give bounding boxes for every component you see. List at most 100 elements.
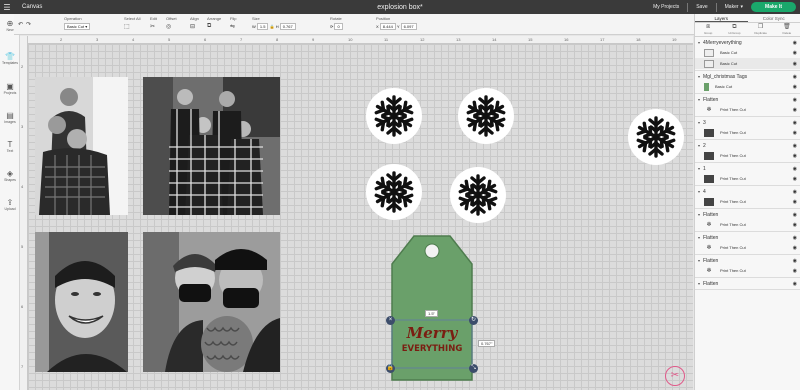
layer-row[interactable]: Print Then Cut ◉	[695, 173, 800, 184]
ungroup-button[interactable]: ⧉ UnGroup	[721, 23, 747, 36]
eye-icon[interactable]: ◉	[793, 120, 797, 126]
layer-row[interactable]: ❄ Print Then Cut ◉	[695, 242, 800, 253]
group-button[interactable]: ⧈ Group	[695, 23, 721, 36]
eye-icon[interactable]: ◉	[793, 258, 797, 264]
snowflake-circle-1[interactable]	[366, 88, 422, 144]
layer-row[interactable]: ❄ Print Then Cut ◉	[695, 219, 800, 230]
eye-icon[interactable]: ◉	[793, 40, 797, 46]
layer-group[interactable]: ▾ Mgl_christmas Tags ◉ Basic Cut ◉	[695, 71, 800, 94]
family-photo-4[interactable]	[143, 232, 280, 372]
edit-control[interactable]: Edit ✂	[150, 16, 157, 30]
snowflake-circle-2[interactable]	[458, 88, 514, 144]
width-input[interactable]: 1.5	[256, 23, 269, 30]
layer-group[interactable]: ▾ 3 ◉ Print Then Cut ◉	[695, 117, 800, 140]
layer-row[interactable]: Print Then Cut ◉	[695, 150, 800, 161]
undo-icon[interactable]: ↶	[18, 21, 23, 28]
operation-select[interactable]: Basic Cut ▾	[64, 23, 91, 30]
christmas-tag[interactable]: 1.5" 0.767" Merry EVERYTHING × ↻ 🔒 ⤡	[386, 234, 496, 384]
layer-group[interactable]: ▾ Flatten ◉ ❄ Print Then Cut ◉	[695, 209, 800, 232]
eye-icon[interactable]: ◉	[793, 84, 797, 90]
layer-group-header[interactable]: ▾ 4 ◉	[695, 187, 800, 196]
resize-handle-icon[interactable]: ⤡	[469, 364, 478, 373]
tab-layers[interactable]: Layers	[695, 14, 748, 22]
eye-icon[interactable]: ◉	[793, 50, 797, 56]
tab-color-sync[interactable]: Color Sync	[748, 14, 800, 22]
y-input[interactable]: 6.097	[400, 23, 417, 30]
sidebar-item-images[interactable]: ▤ Images	[0, 111, 20, 124]
layer-group-header[interactable]: ▾ Flatten ◉	[695, 256, 800, 265]
layer-group-header[interactable]: ▾ Flatten ◉	[695, 279, 800, 288]
save-button[interactable]: Save	[696, 4, 707, 10]
flip-control[interactable]: Flip ⇋	[230, 16, 236, 30]
layer-group[interactable]: ▾ 2 ◉ Print Then Cut ◉	[695, 140, 800, 163]
eye-icon[interactable]: ◉	[793, 74, 797, 80]
hamburger-menu-icon[interactable]: ☰	[0, 3, 14, 12]
sidebar-item-projects[interactable]: ▣ Projects	[0, 82, 20, 95]
layer-row[interactable]: Basic Cut ◉	[695, 81, 800, 92]
layer-group[interactable]: ▾ Flatten ◉	[695, 278, 800, 290]
layer-row[interactable]: Basic Cut ◉	[695, 58, 800, 69]
make-it-button[interactable]: Make It	[751, 2, 796, 12]
caret-down-icon[interactable]: ▾	[698, 212, 700, 217]
layer-group[interactable]: ▾ 1 ◉ Print Then Cut ◉	[695, 163, 800, 186]
layer-group-header[interactable]: ▾ Mgl_christmas Tags ◉	[695, 72, 800, 81]
eye-icon[interactable]: ◉	[793, 189, 797, 195]
select-all-control[interactable]: Select All ⬚	[124, 16, 140, 30]
sidebar-item-upload[interactable]: ⇪ Upload	[0, 198, 20, 211]
height-input[interactable]: 0.767	[279, 23, 296, 30]
layer-group[interactable]: ▾ 4 ◉ Print Then Cut ◉	[695, 186, 800, 209]
caret-down-icon[interactable]: ▾	[698, 235, 700, 240]
layer-group-header[interactable]: ▾ 3 ◉	[695, 118, 800, 127]
snowflake-circle-5[interactable]	[628, 109, 684, 165]
eye-icon[interactable]: ◉	[793, 245, 797, 251]
eye-icon[interactable]: ◉	[793, 268, 797, 274]
eye-icon[interactable]: ◉	[793, 166, 797, 172]
layer-group-header[interactable]: ▾ Flatten ◉	[695, 210, 800, 219]
caret-down-icon[interactable]: ▾	[698, 258, 700, 263]
x-input[interactable]: 8.444	[379, 23, 396, 30]
rotate-input[interactable]: 0	[334, 23, 343, 30]
caret-down-icon[interactable]: ▾	[698, 143, 700, 148]
eye-icon[interactable]: ◉	[793, 199, 797, 205]
layer-row[interactable]: Print Then Cut ◉	[695, 196, 800, 207]
caret-down-icon[interactable]: ▾	[698, 189, 700, 194]
eye-icon[interactable]: ◉	[793, 130, 797, 136]
family-photo-3[interactable]	[35, 232, 128, 372]
caret-down-icon[interactable]: ▾	[698, 281, 700, 286]
sidebar-item-shapes[interactable]: ◈ Shapes	[0, 169, 20, 182]
snowflake-circle-4[interactable]	[450, 167, 506, 223]
layer-group-header[interactable]: ▾ 4Merryeverything ◉	[695, 38, 800, 47]
caret-down-icon[interactable]: ▾	[698, 40, 700, 45]
layer-group[interactable]: ▾ 4Merryeverything ◉ Basic Cut ◉ Basic Cut ◉	[695, 37, 800, 71]
layer-row[interactable]: ❄ Print Then Cut ◉	[695, 265, 800, 276]
snowflake-circle-3[interactable]	[366, 164, 422, 220]
caret-down-icon[interactable]: ▾	[698, 97, 700, 102]
arrange-control[interactable]: Arrange ⧉	[207, 16, 221, 30]
caret-down-icon[interactable]: ▾	[698, 166, 700, 171]
duplicate-button[interactable]: ❐ Duplicate	[748, 23, 774, 36]
align-control[interactable]: Align ⊟	[190, 16, 199, 30]
eye-icon[interactable]: ◉	[793, 61, 797, 67]
design-canvas[interactable]: 1.5" 0.767" Merry EVERYTHING × ↻ 🔒 ⤡ ✂	[28, 44, 693, 390]
sidebar-item-text[interactable]: T Text	[0, 140, 20, 153]
caret-down-icon[interactable]: ▾	[698, 74, 700, 79]
eye-icon[interactable]: ◉	[793, 143, 797, 149]
layer-row[interactable]: Print Then Cut ◉	[695, 127, 800, 138]
layer-group[interactable]: ▾ Flatten ◉ ❄ Print Then Cut ◉	[695, 94, 800, 117]
eye-icon[interactable]: ◉	[793, 212, 797, 218]
caret-down-icon[interactable]: ▾	[698, 120, 700, 125]
eye-icon[interactable]: ◉	[793, 176, 797, 182]
lock-handle-icon[interactable]: 🔒	[386, 364, 395, 373]
layer-row[interactable]: Basic Cut ◉	[695, 47, 800, 58]
eye-icon[interactable]: ◉	[793, 97, 797, 103]
offset-control[interactable]: Offset ◎	[166, 16, 177, 30]
layer-group[interactable]: ▾ Flatten ◉ ❄ Print Then Cut ◉	[695, 232, 800, 255]
layer-group-header[interactable]: ▾ 1 ◉	[695, 164, 800, 173]
lock-icon[interactable]: 🔒	[270, 24, 275, 29]
layer-group-header[interactable]: ▾ 2 ◉	[695, 141, 800, 150]
eye-icon[interactable]: ◉	[793, 107, 797, 113]
sidebar-item-templates[interactable]: 👕 Templates	[0, 52, 20, 65]
layer-group-header[interactable]: ▾ Flatten ◉	[695, 95, 800, 104]
eye-icon[interactable]: ◉	[793, 281, 797, 287]
eye-icon[interactable]: ◉	[793, 153, 797, 159]
